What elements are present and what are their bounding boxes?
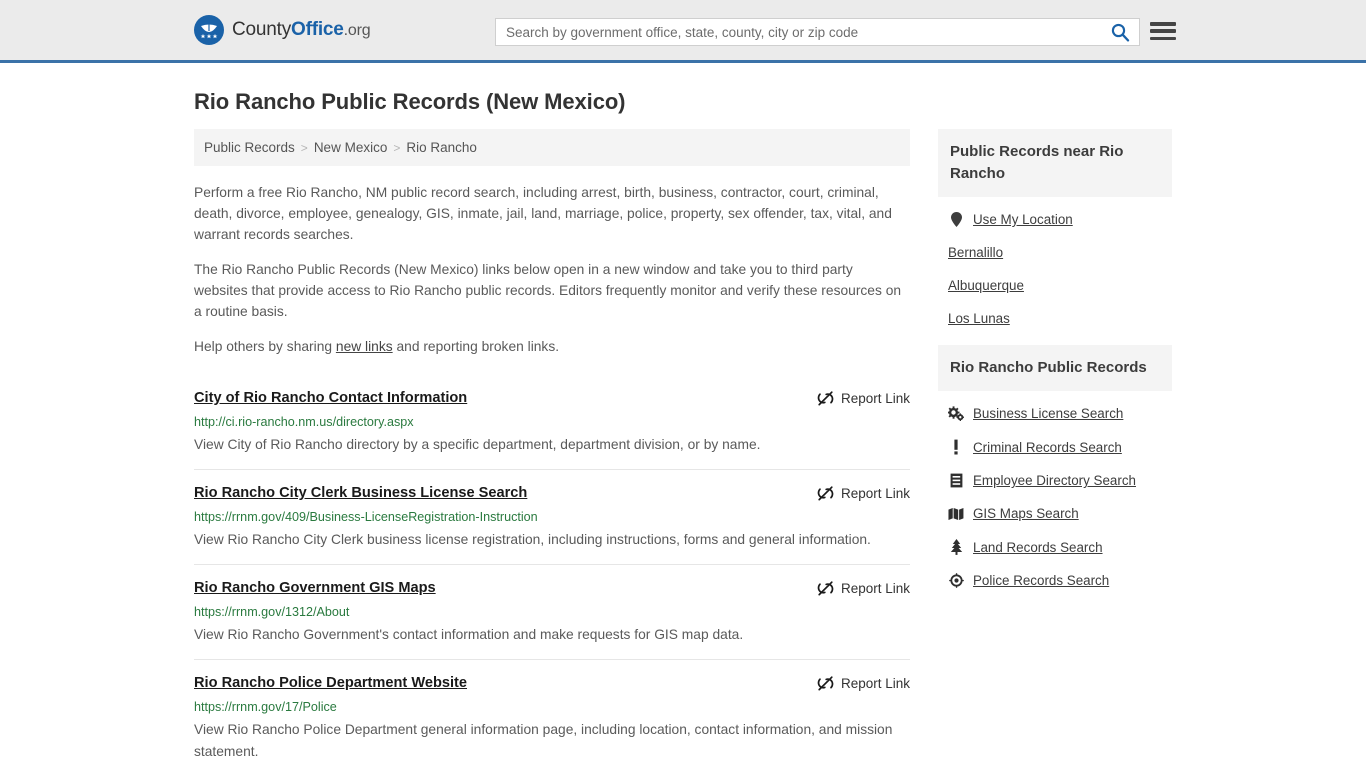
report-link-label: Report Link xyxy=(840,391,910,406)
result-title-link[interactable]: Rio Rancho Police Department Website xyxy=(194,674,467,692)
intro-paragraph-2: The Rio Rancho Public Records (New Mexic… xyxy=(194,262,902,319)
sidebar-item-label: GIS Maps Search xyxy=(973,506,1079,521)
result-header: Rio Rancho Government GIS Maps Report Li… xyxy=(194,579,910,597)
result-item: Rio Rancho Government GIS Maps Report Li… xyxy=(194,564,910,659)
page-title: Rio Rancho Public Records (New Mexico) xyxy=(194,89,626,114)
sidebar-item-label: Bernalillo xyxy=(948,245,1004,260)
map-pin-icon xyxy=(948,212,964,227)
breadcrumb-item-rio-rancho[interactable]: Rio Rancho xyxy=(406,140,477,155)
broken-link-icon xyxy=(817,486,834,501)
brand-office: Office xyxy=(291,19,344,40)
sidebar-item-criminal-records-search[interactable]: Criminal Records Search xyxy=(938,430,1172,464)
result-url: https://rrnm.gov/409/Business-LicenseReg… xyxy=(194,510,538,524)
sidebar-item-land-records-search[interactable]: Land Records Search xyxy=(938,530,1172,564)
content-row: Public Records > New Mexico > Rio Rancho… xyxy=(194,129,1172,768)
search-icon xyxy=(1111,23,1130,42)
report-link-button[interactable]: Report Link xyxy=(817,485,910,502)
nearby-panel-heading: Public Records near Rio Rancho xyxy=(938,129,1172,197)
report-link-label: Report Link xyxy=(840,581,910,596)
site-header: CountyOffice.org xyxy=(0,0,1366,63)
result-item: Rio Rancho Police Department Website Rep… xyxy=(194,659,910,768)
brand-county: County xyxy=(232,19,292,40)
records-panel-heading: Rio Rancho Public Records xyxy=(938,345,1172,391)
sidebar-item-police-records-search[interactable]: Police Records Search xyxy=(938,564,1172,597)
sidebar-item-bernalillo[interactable]: Bernalillo xyxy=(938,236,1172,269)
intro-paragraph-1: Perform a free Rio Rancho, NM public rec… xyxy=(194,185,892,242)
sidebar-item-albuquerque[interactable]: Albuquerque xyxy=(938,269,1172,302)
records-panel-list: Business License Search Criminal Records… xyxy=(938,391,1172,597)
map-icon xyxy=(948,507,964,521)
result-item: City of Rio Rancho Contact Information R… xyxy=(194,377,910,469)
search-bar[interactable] xyxy=(495,18,1140,46)
sidebar: Public Records near Rio Rancho Use My Lo… xyxy=(938,129,1172,607)
public-records-panel: Rio Rancho Public Records Business Licen… xyxy=(938,345,1172,597)
sidebar-item-label: Police Records Search xyxy=(973,573,1110,588)
nearby-records-panel: Public Records near Rio Rancho Use My Lo… xyxy=(938,129,1172,335)
sidebar-item-los-lunas[interactable]: Los Lunas xyxy=(938,302,1172,335)
hamburger-bar xyxy=(1150,29,1176,33)
sidebar-item-label: Albuquerque xyxy=(948,278,1024,293)
result-title-link[interactable]: Rio Rancho Government GIS Maps xyxy=(194,579,436,597)
breadcrumb: Public Records > New Mexico > Rio Rancho xyxy=(194,129,910,166)
brand-dotorg: .org xyxy=(343,22,371,39)
county-office-emblem-icon xyxy=(194,15,224,45)
report-link-button[interactable]: Report Link xyxy=(817,390,910,407)
search-button[interactable] xyxy=(1101,19,1139,45)
main-column: Public Records > New Mexico > Rio Rancho… xyxy=(194,129,910,768)
sidebar-item-use-my-location[interactable]: Use My Location xyxy=(938,203,1172,236)
result-header: Rio Rancho City Clerk Business License S… xyxy=(194,484,910,502)
result-description: View Rio Rancho Police Department genera… xyxy=(194,722,893,759)
nearby-panel-list: Use My Location Bernalillo Albuquerque L… xyxy=(938,197,1172,335)
sidebar-item-gis-maps-search[interactable]: GIS Maps Search xyxy=(938,497,1172,530)
hamburger-bar xyxy=(1150,36,1176,40)
result-item: Rio Rancho City Clerk Business License S… xyxy=(194,469,910,564)
result-url: http://ci.rio-rancho.nm.us/directory.asp… xyxy=(194,415,414,429)
site-logo[interactable]: CountyOffice.org xyxy=(194,15,371,45)
report-link-button[interactable]: Report Link xyxy=(817,580,910,597)
result-title-link[interactable]: Rio Rancho City Clerk Business License S… xyxy=(194,484,527,502)
result-description: View Rio Rancho City Clerk business lice… xyxy=(194,532,871,547)
breadcrumb-item-public-records[interactable]: Public Records xyxy=(204,140,295,155)
search-input[interactable] xyxy=(496,19,1101,45)
breadcrumb-item-new-mexico[interactable]: New Mexico xyxy=(314,140,388,155)
list-book-icon xyxy=(948,473,964,488)
intro-text: Perform a free Rio Rancho, NM public rec… xyxy=(194,182,910,357)
breadcrumb-separator: > xyxy=(393,140,401,155)
report-link-label: Report Link xyxy=(840,676,910,691)
result-title-link[interactable]: City of Rio Rancho Contact Information xyxy=(194,389,467,407)
sidebar-item-label: Criminal Records Search xyxy=(973,439,1122,455)
sidebar-item-label: Employee Directory Search xyxy=(973,473,1136,488)
tree-icon xyxy=(948,539,964,555)
sidebar-item-label: Los Lunas xyxy=(948,311,1010,326)
broken-link-icon xyxy=(817,676,834,691)
new-links-link[interactable]: new links xyxy=(336,339,393,354)
result-description: View City of Rio Rancho directory by a s… xyxy=(194,437,761,452)
exclamation-icon xyxy=(948,439,964,455)
hamburger-bar xyxy=(1150,22,1176,26)
result-header: Rio Rancho Police Department Website Rep… xyxy=(194,674,910,692)
hamburger-menu-icon[interactable] xyxy=(1150,20,1176,42)
report-link-label: Report Link xyxy=(840,486,910,501)
brand-wordmark: CountyOffice.org xyxy=(232,19,371,41)
breadcrumb-separator: > xyxy=(300,140,308,155)
cogs-icon xyxy=(948,406,964,421)
sidebar-item-business-license-search[interactable]: Business License Search xyxy=(938,397,1172,430)
results-list: City of Rio Rancho Contact Information R… xyxy=(194,377,910,768)
help-suffix: and reporting broken links. xyxy=(392,339,560,354)
page-body: Rio Rancho Public Records (New Mexico) P… xyxy=(0,89,1366,768)
result-url: https://rrnm.gov/1312/About xyxy=(194,605,350,619)
result-header: City of Rio Rancho Contact Information R… xyxy=(194,389,910,407)
sidebar-item-label: Land Records Search xyxy=(973,539,1103,555)
help-prefix: Help others by sharing xyxy=(194,339,336,354)
result-url: https://rrnm.gov/17/Police xyxy=(194,700,337,714)
sidebar-item-employee-directory-search[interactable]: Employee Directory Search xyxy=(938,464,1172,497)
sidebar-item-label: Business License Search xyxy=(973,406,1124,421)
report-link-button[interactable]: Report Link xyxy=(817,675,910,692)
result-description: View Rio Rancho Government's contact inf… xyxy=(194,627,744,642)
broken-link-icon xyxy=(817,391,834,406)
help-share-line: Help others by sharing new links and rep… xyxy=(194,336,910,357)
sidebar-item-label: Use My Location xyxy=(973,212,1073,227)
police-badge-icon xyxy=(948,573,964,588)
broken-link-icon xyxy=(817,581,834,596)
